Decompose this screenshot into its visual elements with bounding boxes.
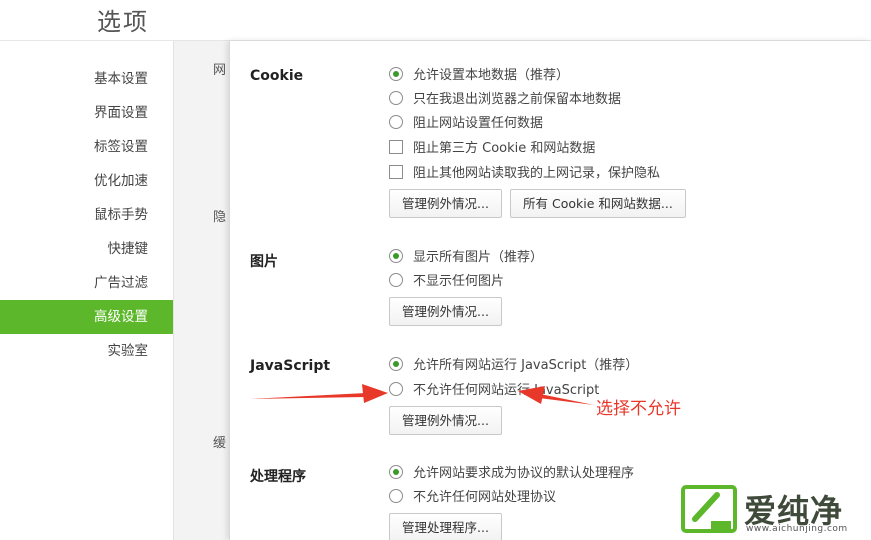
option-label: 不允许任何网站处理协议: [413, 490, 557, 505]
option-label: 只在我退出浏览器之前保留本地数据: [413, 92, 622, 107]
background-section-label: 隐: [213, 210, 227, 225]
javascript-block-option[interactable]: 不允许任何网站运行 JavaScript: [389, 382, 599, 400]
handlers-allow-option[interactable]: 允许网站要求成为协议的默认处理程序: [389, 465, 634, 483]
checkbox-icon[interactable]: [389, 140, 403, 154]
radio-icon[interactable]: [389, 91, 403, 105]
radio-checked-icon[interactable]: [389, 357, 403, 371]
sidebar-item-label: 鼠标手势: [94, 207, 148, 223]
handlers-block-option[interactable]: 不允许任何网站处理协议: [389, 489, 556, 507]
images-section-label: 图片: [250, 254, 278, 270]
background-section-label: 缓: [213, 436, 227, 451]
watermark-url: www.aichunjing.com: [746, 524, 848, 534]
annotation-label: 选择不允许: [596, 399, 681, 419]
radio-checked-icon[interactable]: [389, 465, 403, 479]
sidebar-item-label: 界面设置: [94, 105, 148, 121]
all-cookies-and-site-data-button[interactable]: 所有 Cookie 和网站数据...: [510, 189, 686, 218]
sidebar-item-label: 实验室: [107, 343, 149, 359]
javascript-section-label: JavaScript: [250, 358, 331, 374]
radio-icon[interactable]: [389, 382, 403, 396]
background-section-label: 网: [213, 63, 227, 78]
sidebar-item-label: 广告过滤: [94, 275, 148, 291]
radio-checked-icon[interactable]: [389, 67, 403, 81]
images-show-all-option[interactable]: 显示所有图片（推荐）: [389, 249, 543, 267]
sidebar-item-adblock[interactable]: 广告过滤: [0, 266, 173, 300]
images-manage-exceptions-button[interactable]: 管理例外情况...: [389, 297, 502, 326]
option-label: 允许网站要求成为协议的默认处理程序: [413, 466, 635, 481]
sidebar-item-label: 快捷键: [107, 241, 149, 257]
watermark-logo-icon: [681, 485, 737, 533]
cookie-allow-option[interactable]: 允许设置本地数据（推荐）: [389, 67, 569, 85]
option-label: 阻止第三方 Cookie 和网站数据: [413, 141, 596, 156]
sidebar-item-optimize[interactable]: 优化加速: [0, 164, 173, 198]
block-third-party-cookies-checkbox[interactable]: 阻止第三方 Cookie 和网站数据: [389, 140, 595, 158]
radio-icon[interactable]: [389, 273, 403, 287]
block-history-reading-checkbox[interactable]: 阻止其他网站读取我的上网记录，保护隐私: [389, 165, 660, 183]
sidebar-item-basic[interactable]: 基本设置: [0, 62, 173, 96]
cookie-manage-exceptions-button[interactable]: 管理例外情况...: [389, 189, 502, 218]
radio-checked-icon[interactable]: [389, 249, 403, 263]
cookie-block-option[interactable]: 阻止网站设置任何数据: [389, 115, 543, 133]
radio-icon[interactable]: [389, 489, 403, 503]
sidebar-item-label: 优化加速: [94, 173, 148, 189]
cookie-session-only-option[interactable]: 只在我退出浏览器之前保留本地数据: [389, 91, 621, 109]
images-show-none-option[interactable]: 不显示任何图片: [389, 273, 504, 291]
manage-handlers-button[interactable]: 管理处理程序...: [389, 513, 502, 540]
handlers-section-label: 处理程序: [250, 469, 306, 485]
cookie-section-label: Cookie: [250, 68, 304, 84]
javascript-allow-option[interactable]: 允许所有网站运行 JavaScript（推荐）: [389, 357, 638, 375]
sidebar-item-advanced[interactable]: 高级设置: [0, 300, 173, 334]
sidebar-item-interface[interactable]: 界面设置: [0, 96, 173, 130]
background-settings-panel: [173, 41, 229, 540]
option-label: 显示所有图片（推荐）: [413, 250, 544, 265]
sidebar-item-label: 高级设置: [94, 309, 148, 325]
sidebar-item-label: 基本设置: [94, 71, 148, 87]
page-title: 选项: [97, 8, 149, 36]
radio-icon[interactable]: [389, 115, 403, 129]
sidebar-item-lab[interactable]: 实验室: [0, 334, 173, 368]
sidebar: 基本设置 界面设置 标签设置 优化加速 鼠标手势 快捷键 广告过滤 高级设置 实…: [0, 41, 173, 540]
option-label: 不允许任何网站运行 JavaScript: [413, 383, 600, 398]
option-label: 阻止网站设置任何数据: [413, 116, 544, 131]
sidebar-item-shortcuts[interactable]: 快捷键: [0, 232, 173, 266]
sidebar-item-tabs[interactable]: 标签设置: [0, 130, 173, 164]
option-label: 允许设置本地数据（推荐）: [413, 68, 570, 83]
option-label: 阻止其他网站读取我的上网记录，保护隐私: [413, 166, 661, 181]
sidebar-item-label: 标签设置: [94, 139, 148, 155]
sidebar-item-mouse-gestures[interactable]: 鼠标手势: [0, 198, 173, 232]
option-label: 不显示任何图片: [413, 274, 505, 289]
checkbox-icon[interactable]: [389, 165, 403, 179]
option-label: 允许所有网站运行 JavaScript（推荐）: [413, 358, 639, 373]
javascript-manage-exceptions-button[interactable]: 管理例外情况...: [389, 406, 502, 435]
